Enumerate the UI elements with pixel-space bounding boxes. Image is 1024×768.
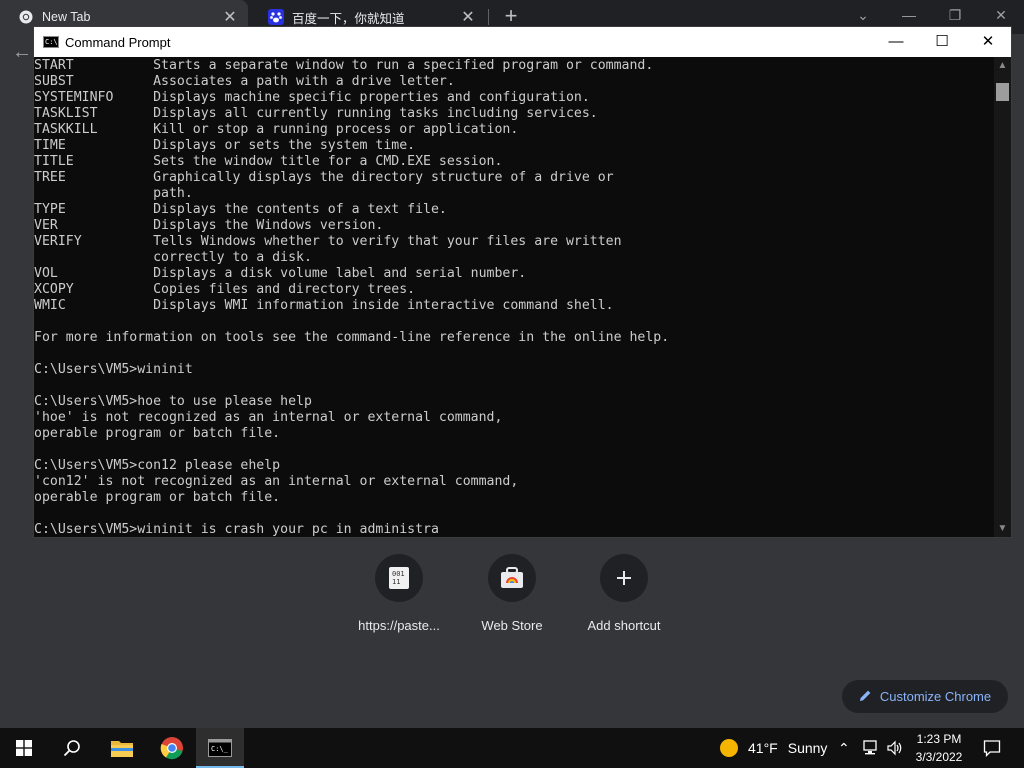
tab-close-icon[interactable]: ✕ (218, 7, 242, 27)
shortcut-web-store[interactable]: Web Store (456, 554, 568, 633)
console-line: 'con12' is not recognized as an internal… (34, 474, 519, 489)
folder-icon (111, 741, 133, 757)
show-hidden-icons-button[interactable]: ⌃ (838, 728, 850, 768)
system-clock[interactable]: 1:23 PM 3/3/2022 (905, 730, 973, 766)
cmd-minimize-button[interactable]: — (873, 27, 919, 57)
scroll-up-icon[interactable]: ▲ (994, 57, 1011, 74)
baidu-paw-icon (268, 9, 284, 25)
tab-search-icon[interactable]: ⌄ (840, 0, 886, 30)
chrome-taskbar-button[interactable] (148, 728, 196, 768)
customize-chrome-button[interactable]: Customize Chrome (842, 680, 1008, 713)
console-line: C:\Users\VM5>hoe to use please help (34, 394, 312, 409)
svg-text:C:\_: C:\_ (211, 745, 229, 753)
svg-text:11: 11 (392, 578, 400, 586)
console-line: C:\Users\VM5>wininit is crash your pc in… (34, 522, 439, 537)
volume-icon[interactable] (886, 728, 904, 768)
start-button[interactable] (0, 728, 48, 768)
clock-date: 3/3/2022 (915, 750, 963, 764)
windows-logo-icon (16, 740, 32, 756)
clock-time: 1:23 PM (916, 732, 962, 746)
console-line: TIME Displays or sets the system time. (34, 138, 416, 153)
console-line: TASKLIST Displays all currently running … (34, 106, 598, 121)
notification-center-button[interactable] (980, 728, 1004, 768)
console-line: C:\Users\VM5>wininit (34, 362, 193, 377)
console-line: operable program or batch file. (34, 490, 281, 505)
file-explorer-button[interactable] (98, 728, 146, 768)
shortcut-label: https://paste... (358, 618, 440, 633)
scrollbar-thumb[interactable] (996, 83, 1009, 101)
tab-close-icon[interactable]: ✕ (456, 7, 480, 27)
minimize-icon[interactable]: — (886, 0, 932, 30)
tab-title: New Tab (42, 10, 91, 24)
console-line: For more information on tools see the co… (34, 330, 670, 345)
pastebin-icon: 001 11 (375, 554, 423, 602)
back-arrow-icon[interactable]: ← (10, 40, 34, 64)
cmd-console-output[interactable]: START Starts a separate window to run a … (34, 57, 994, 537)
console-line: VOL Displays a disk volume label and ser… (34, 266, 527, 281)
web-store-icon (488, 554, 536, 602)
tab-title: 百度一下，你就知道 (292, 11, 405, 26)
console-line: XCOPY Copies files and directory trees. (34, 282, 416, 297)
cmd-close-button[interactable]: ✕ (965, 27, 1011, 57)
chrome-icon (160, 737, 183, 760)
close-icon[interactable]: ✕ (978, 0, 1024, 30)
cmd-app-icon: C:\ (43, 36, 59, 48)
console-line: 'hoe' is not recognized as an internal o… (34, 410, 503, 425)
cmd-titlebar[interactable]: C:\ Command Prompt — ☐ ✕ (34, 27, 1011, 57)
tab-separator (488, 9, 489, 25)
weather-widget[interactable]: 41°F Sunny (720, 728, 827, 768)
console-line: TREE Graphically displays the directory … (34, 170, 614, 185)
pencil-icon (859, 689, 872, 705)
shortcut-pastebin[interactable]: 001 11 https://paste... (343, 554, 455, 633)
sun-icon (720, 739, 738, 757)
svg-text:001: 001 (392, 570, 405, 578)
console-line: START Starts a separate window to run a … (34, 58, 654, 73)
cmd-icon: C:\_ (208, 739, 232, 757)
console-line: TASKKILL Kill or stop a running process … (34, 122, 519, 137)
notification-icon (983, 740, 1001, 757)
windows-taskbar: C:\_ 41°F Sunny ⌃ 1:23 PM 3/3/2022 (0, 728, 1024, 768)
shortcut-label: Add shortcut (587, 618, 661, 633)
scroll-down-icon[interactable]: ▼ (994, 520, 1011, 537)
cmd-scrollbar[interactable]: ▲ ▼ (994, 57, 1011, 537)
restore-icon[interactable]: ❐ (932, 0, 978, 30)
chevron-up-icon: ⌃ (838, 739, 850, 756)
plus-icon (600, 554, 648, 602)
cmd-maximize-button[interactable]: ☐ (919, 27, 965, 57)
console-text: START Starts a separate window to run a … (34, 57, 994, 537)
add-shortcut-button[interactable]: Add shortcut (568, 554, 680, 633)
new-tab-button[interactable]: + (498, 3, 524, 29)
console-line: TYPE Displays the contents of a text fil… (34, 202, 447, 217)
console-line: VERIFY Tells Windows whether to verify t… (34, 234, 622, 249)
command-prompt-taskbar-button[interactable]: C:\_ (196, 728, 244, 768)
weather-temperature: 41°F (748, 740, 778, 756)
console-line: correctly to a disk. (34, 250, 312, 265)
search-button[interactable] (48, 728, 96, 768)
console-line: SUBST Associates a path with a drive let… (34, 74, 455, 89)
console-line: TITLE Sets the window title for a CMD.EX… (34, 154, 503, 169)
console-line: WMIC Displays WMI information inside int… (34, 298, 614, 313)
weather-condition: Sunny (787, 740, 828, 756)
console-line: path. (34, 186, 193, 201)
customize-label: Customize Chrome (879, 689, 992, 704)
network-icon[interactable] (862, 728, 880, 768)
chrome-icon (18, 9, 34, 25)
console-line: operable program or batch file. (34, 426, 281, 441)
cmd-window-title: Command Prompt (65, 34, 171, 50)
console-line: VER Displays the Windows version. (34, 218, 384, 233)
search-icon (63, 740, 80, 757)
command-prompt-window[interactable]: C:\ Command Prompt — ☐ ✕ START Starts a … (34, 27, 1011, 537)
shortcut-label: Web Store (481, 618, 543, 633)
console-line: SYSTEMINFO Displays machine specific pro… (34, 90, 590, 105)
console-line: C:\Users\VM5>con12 please ehelp (34, 458, 281, 473)
